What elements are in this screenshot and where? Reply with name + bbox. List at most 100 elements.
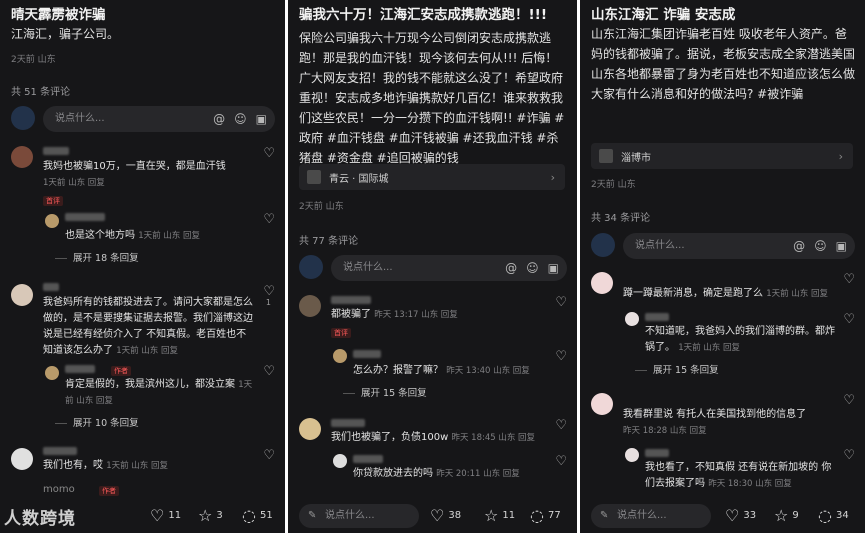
heart-icon[interactable]: ♡	[263, 146, 275, 161]
favorite-button[interactable]: ☆ 11	[484, 506, 515, 525]
favorite-button[interactable]: ☆ 9	[774, 506, 799, 525]
avatar[interactable]	[625, 448, 639, 462]
comment-text: 我看群里说 有托人在美国找到他的信息了 昨天 18:28 山东 回复	[623, 409, 807, 436]
comment-button[interactable]: ◌ 34	[818, 506, 849, 525]
emoji-icon[interactable]: ☺	[526, 261, 539, 275]
post-body: 保险公司骗我六十万现今公司倒闭安志成携款逃跑！那是我的血汗钱！现今该何去何从!!…	[299, 31, 565, 165]
commenter-name[interactable]	[331, 418, 365, 429]
list-item: 我也看了，不知真假 还有说在新加坡的 你们去报案了吗 昨天 18:30 山东 回…	[591, 448, 855, 489]
avatar[interactable]	[11, 146, 33, 168]
commenter-name[interactable]	[353, 349, 381, 360]
comment-text: 蹲一蹲最新消息，确定是跑了么 1天前 山东 回复	[623, 288, 828, 299]
commenter-name[interactable]	[331, 295, 371, 306]
comment-text: 你贷款放进去的吗 昨天 20:11 山东 回复	[353, 468, 520, 479]
emoji-icon[interactable]: ☺	[234, 112, 247, 126]
list-item: 都被骗了 昨天 13:17 山东 回复 首评 ♡	[299, 295, 567, 345]
post-panel-2: 骗我六十万！江海汇安志成携款逃跑！!!! 保险公司骗我六十万现今公司倒闭安志成携…	[288, 0, 577, 533]
avatar[interactable]	[11, 448, 33, 470]
image-icon[interactable]: ▣	[548, 261, 559, 275]
comment-text: 我也看了，不知真假 还有说在新加坡的 你们去报案了吗 昨天 18:30 山东 回…	[645, 462, 832, 489]
heart-icon[interactable]: ♡	[843, 312, 855, 327]
commenter-name[interactable]	[43, 446, 77, 457]
like-button[interactable]: ♡ 38	[430, 506, 461, 525]
comment-time: 1天前 山东 回复	[138, 231, 200, 241]
at-icon[interactable]: @	[793, 239, 805, 253]
heart-icon[interactable]: ♡	[555, 295, 567, 310]
comment-count: 共 51 条评论	[11, 87, 71, 98]
heart-icon[interactable]: ♡	[555, 454, 567, 469]
comment-text: 我们也被骗了，负债100w 昨天 18:45 山东 回复	[331, 432, 536, 443]
expand-replies-button[interactable]: 展开 18 条回复	[55, 250, 139, 264]
list-item: 蹲一蹲最新消息，确定是跑了么 1天前 山东 回复 ♡	[591, 272, 855, 302]
image-icon[interactable]: ▣	[256, 112, 267, 126]
location-tag[interactable]: 青云 · 国际城 ›	[299, 164, 565, 190]
like-count: 1	[265, 298, 271, 307]
heart-icon[interactable]: ♡	[263, 212, 275, 227]
expand-replies-button[interactable]: 展开 10 条回复	[55, 415, 139, 429]
avatar[interactable]	[45, 366, 59, 380]
list-item: 作者 肯定是假的，我是滨州这儿，都没立案 1天前 山东 回复 ♡	[11, 364, 275, 406]
avatar[interactable]	[299, 418, 321, 440]
chevron-right-icon: ›	[838, 149, 843, 163]
star-icon: ☆	[198, 506, 213, 525]
comment-input[interactable]: 说点什么...	[591, 504, 711, 528]
location-tag[interactable]: 淄博市 ›	[591, 143, 853, 169]
avatar[interactable]	[591, 393, 613, 415]
avatar[interactable]	[333, 454, 347, 468]
heart-icon[interactable]: ♡	[843, 272, 855, 287]
commenter-name[interactable]: momo	[43, 484, 75, 495]
favorite-button[interactable]: ☆ 3	[198, 506, 223, 525]
heart-icon[interactable]: ♡	[843, 393, 855, 408]
commenter-name[interactable]	[43, 282, 59, 293]
at-icon[interactable]: @	[505, 261, 517, 275]
heart-icon[interactable]: ♡	[263, 448, 275, 463]
comment-time: 1天前 山东 回复	[766, 289, 828, 299]
avatar[interactable]	[333, 349, 347, 363]
avatar[interactable]	[11, 284, 33, 306]
comment-text: 我爸妈所有的钱都投进去了。请问大家都是怎么做的，是不是要搜集证据去报警。我们淄博…	[43, 297, 253, 356]
comment-input-row: 说点什么... @ ☺ ▣	[299, 255, 567, 281]
heart-icon[interactable]: ♡	[555, 349, 567, 364]
commenter-name[interactable]	[645, 448, 669, 459]
watermark: 人数跨境	[4, 509, 76, 529]
expand-replies-button[interactable]: 展开 15 条回复	[343, 385, 427, 399]
heart-icon[interactable]: ♡	[555, 418, 567, 433]
commenter-name[interactable]	[65, 364, 95, 375]
list-item: 我看群里说 有托人在美国找到他的信息了 昨天 18:28 山东 回复 ♡	[591, 393, 855, 436]
comment-button[interactable]: ◌ 51	[242, 506, 273, 525]
list-item: 我爸妈所有的钱都投进去了。请问大家都是怎么做的，是不是要搜集证据去报警。我们淄博…	[11, 282, 275, 356]
avatar[interactable]	[625, 312, 639, 326]
heart-icon[interactable]: ♡	[263, 284, 275, 299]
commenter-name[interactable]	[353, 454, 383, 465]
commenter-name[interactable]	[43, 146, 69, 157]
comment-time: 昨天 18:30 山东 回复	[708, 479, 792, 489]
commenter-name[interactable]	[645, 312, 669, 323]
comment-input-row: 说点什么... @ ☺ ▣	[11, 106, 275, 132]
comment-time: 昨天 18:28 山东 回复	[623, 426, 707, 436]
comment-count: 共 34 条评论	[591, 213, 651, 224]
expand-replies-button[interactable]: 展开 15 条回复	[635, 362, 719, 376]
heart-icon[interactable]: ♡	[263, 364, 275, 379]
image-icon[interactable]: ▣	[836, 239, 847, 253]
avatar[interactable]	[591, 272, 613, 294]
location-label: 淄博市	[621, 152, 651, 164]
heart-icon[interactable]: ♡	[843, 448, 855, 463]
comment-input[interactable]: 说点什么...	[299, 504, 419, 528]
post-meta: 2天前 山东	[11, 55, 56, 65]
star-icon: ☆	[484, 506, 499, 525]
like-button[interactable]: ♡ 11	[150, 506, 181, 525]
emoji-icon[interactable]: ☺	[814, 239, 827, 253]
comment-input-row: 说点什么... @ ☺ ▣	[591, 233, 855, 259]
list-item: 我妈也被骗10万，一直在哭，都是血汗钱 1天前 山东 回复 首评 ♡	[11, 146, 275, 206]
at-icon[interactable]: @	[213, 112, 225, 126]
like-button[interactable]: ♡ 33	[725, 506, 756, 525]
comment-time: 昨天 20:11 山东 回复	[436, 469, 520, 479]
comment-count: 共 77 条评论	[299, 236, 359, 247]
bottom-bar: 说点什么... ♡38 ☆11 ◌77	[288, 499, 577, 533]
comment-button[interactable]: ◌ 77	[530, 506, 561, 525]
star-icon: ☆	[774, 506, 789, 525]
avatar[interactable]	[299, 295, 321, 317]
commenter-name[interactable]	[65, 212, 105, 223]
avatar[interactable]	[45, 214, 59, 228]
chevron-right-icon: ›	[550, 170, 555, 184]
